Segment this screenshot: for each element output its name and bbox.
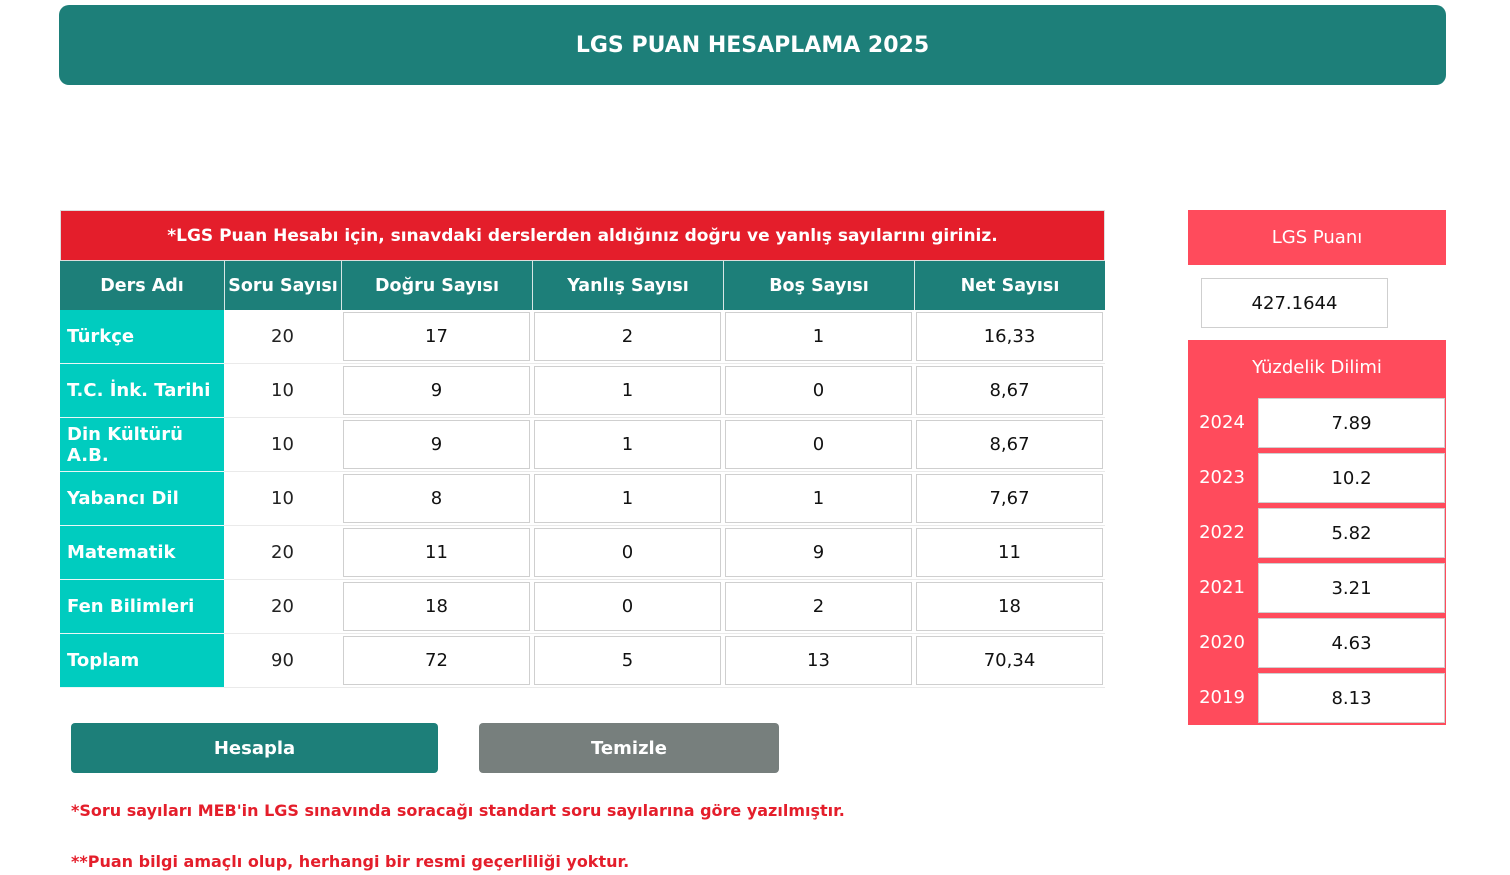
percentile-year: 2024 <box>1199 412 1245 433</box>
column-header-blank: Boş Sayısı <box>723 261 914 310</box>
table-row: Yabancı Dil 10 8 1 1 7,67 <box>60 472 1105 526</box>
subject-name: Matematik <box>60 526 224 580</box>
blank-count: 9 <box>725 528 912 577</box>
table-row: T.C. İnk. Tarihi 10 9 1 0 8,67 <box>60 364 1105 418</box>
percentile-row: 2019 8.13 <box>1188 670 1446 725</box>
correct-input[interactable]: 8 <box>343 474 530 523</box>
column-header-subject: Ders Adı <box>60 261 224 310</box>
correct-input[interactable]: 18 <box>343 582 530 631</box>
subject-name: Yabancı Dil <box>60 472 224 526</box>
blank-count: 0 <box>725 420 912 469</box>
net-count: 7,67 <box>916 474 1103 523</box>
table-row: Türkçe 20 17 2 1 16,33 <box>60 310 1105 364</box>
blank-count: 0 <box>725 366 912 415</box>
percentile-value: 7.89 <box>1258 398 1445 448</box>
percentile-year: 2021 <box>1199 577 1245 598</box>
percentile-value: 5.82 <box>1258 508 1445 558</box>
total-blank: 13 <box>725 636 912 685</box>
blank-count: 2 <box>725 582 912 631</box>
net-count: 8,67 <box>916 420 1103 469</box>
net-count: 11 <box>916 528 1103 577</box>
percentile-row: 2020 4.63 <box>1188 615 1446 670</box>
wrong-input[interactable]: 0 <box>534 582 721 631</box>
subject-name: Fen Bilimleri <box>60 580 224 634</box>
column-header-net: Net Sayısı <box>914 261 1105 310</box>
question-count: 10 <box>224 418 341 472</box>
net-count: 16,33 <box>916 312 1103 361</box>
percentile-year: 2019 <box>1199 687 1245 708</box>
percentile-panel: Yüzdelik Dilimi 2024 7.89 2023 10.2 2022… <box>1188 340 1446 725</box>
correct-input[interactable]: 17 <box>343 312 530 361</box>
percentile-year: 2020 <box>1199 632 1245 653</box>
percentile-year: 2023 <box>1199 467 1245 488</box>
correct-input[interactable]: 11 <box>343 528 530 577</box>
score-calculation-table: *LGS Puan Hesabı için, sınavdaki dersler… <box>60 210 1105 688</box>
table-row: Fen Bilimleri 20 18 0 2 18 <box>60 580 1105 634</box>
question-count: 10 <box>224 472 341 526</box>
column-header-correct: Doğru Sayısı <box>341 261 532 310</box>
question-count: 90 <box>224 634 341 688</box>
percentile-value: 8.13 <box>1258 673 1445 723</box>
table-row-total: Toplam 90 72 5 13 70,34 <box>60 634 1105 688</box>
percentile-row: 2023 10.2 <box>1188 450 1446 505</box>
clear-button[interactable]: Temizle <box>479 723 779 773</box>
question-count-note: *Soru sayıları MEB'in LGS sınavında sora… <box>71 801 845 820</box>
lgs-score-value: 427.1644 <box>1201 278 1388 328</box>
wrong-input[interactable]: 1 <box>534 366 721 415</box>
wrong-input[interactable]: 1 <box>534 420 721 469</box>
percentile-value: 4.63 <box>1258 618 1445 668</box>
question-count: 20 <box>224 310 341 364</box>
table-row: Din Kültürü A.B. 10 9 1 0 8,67 <box>60 418 1105 472</box>
disclaimer-note: **Puan bilgi amaçlı olup, herhangi bir r… <box>71 852 630 871</box>
net-count: 8,67 <box>916 366 1103 415</box>
column-header-questions: Soru Sayısı <box>224 261 341 310</box>
percentile-value: 3.21 <box>1258 563 1445 613</box>
correct-input[interactable]: 9 <box>343 366 530 415</box>
wrong-input[interactable]: 1 <box>534 474 721 523</box>
correct-input[interactable]: 9 <box>343 420 530 469</box>
percentile-title: Yüzdelik Dilimi <box>1252 357 1382 378</box>
percentile-row: 2022 5.82 <box>1188 505 1446 560</box>
page-title: LGS PUAN HESAPLAMA 2025 <box>575 32 930 58</box>
percentile-year: 2022 <box>1199 522 1245 543</box>
wrong-input[interactable]: 2 <box>534 312 721 361</box>
column-header-wrong: Yanlış Sayısı <box>532 261 723 310</box>
total-net: 70,34 <box>916 636 1103 685</box>
instruction-notice: *LGS Puan Hesabı için, sınavdaki dersler… <box>60 210 1105 261</box>
question-count: 20 <box>224 526 341 580</box>
net-count: 18 <box>916 582 1103 631</box>
percentile-row: 2021 3.21 <box>1188 560 1446 615</box>
table-header-row: Ders Adı Soru Sayısı Doğru Sayısı Yanlış… <box>60 261 1105 310</box>
blank-count: 1 <box>725 474 912 523</box>
question-count: 20 <box>224 580 341 634</box>
subject-name: T.C. İnk. Tarihi <box>60 364 224 418</box>
wrong-input[interactable]: 0 <box>534 528 721 577</box>
question-count: 10 <box>224 364 341 418</box>
total-correct: 72 <box>343 636 530 685</box>
lgs-score-label: LGS Puanı <box>1188 210 1446 265</box>
percentile-value: 10.2 <box>1258 453 1445 503</box>
blank-count: 1 <box>725 312 912 361</box>
table-row: Matematik 20 11 0 9 11 <box>60 526 1105 580</box>
subject-name: Din Kültürü A.B. <box>60 418 224 472</box>
calculate-button[interactable]: Hesapla <box>71 723 438 773</box>
subject-name: Türkçe <box>60 310 224 364</box>
page-header: LGS PUAN HESAPLAMA 2025 <box>59 5 1446 85</box>
percentile-row: 2024 7.89 <box>1188 395 1446 450</box>
subject-name: Toplam <box>60 634 224 688</box>
total-wrong: 5 <box>534 636 721 685</box>
